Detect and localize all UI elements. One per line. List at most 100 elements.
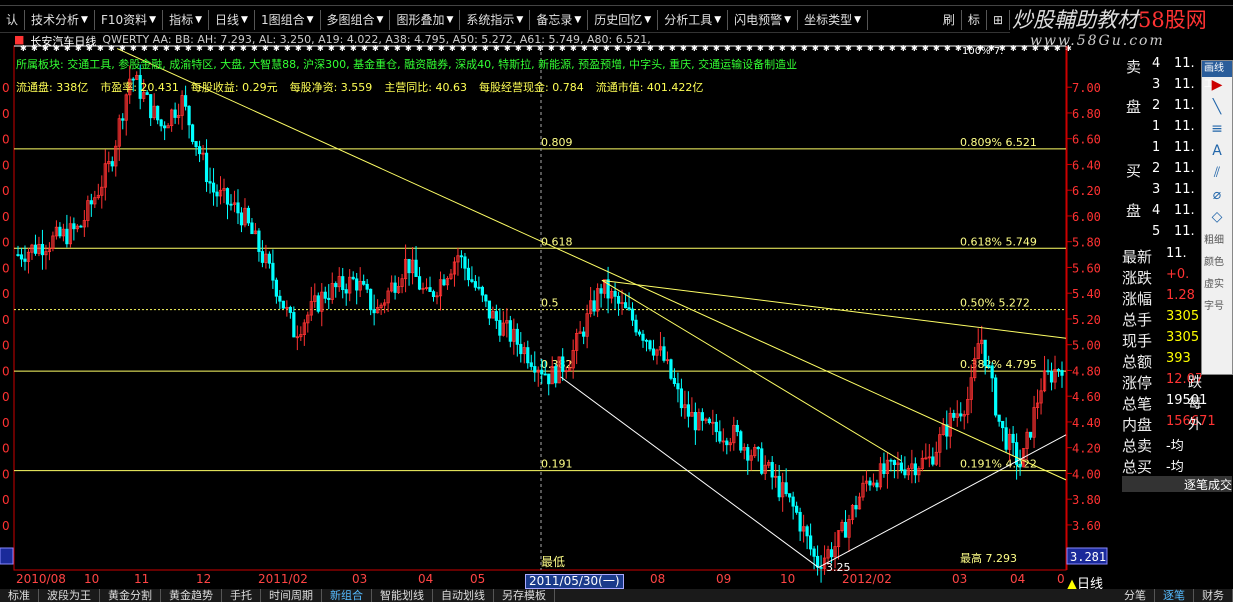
toolbox-option[interactable]: 颜色 (1202, 253, 1232, 275)
parallel-icon[interactable]: ≡ (1202, 121, 1232, 143)
date-tick-label: 09 (716, 572, 732, 586)
candle-body (351, 276, 355, 280)
price-tick-label: 3.80 (1072, 493, 1101, 507)
left-tick-stub: 0 (2, 261, 10, 275)
candle-body (795, 505, 799, 513)
date-tick-label: 2012/02 (842, 572, 892, 586)
bottom-tab-8[interactable]: 自动划线 (433, 589, 494, 602)
bottom-tab-9[interactable]: 另存模板 (494, 589, 555, 602)
top-marker: ✱ (900, 44, 907, 53)
top-marker: ✱ (1010, 44, 1017, 53)
sell-price: 11. (1174, 119, 1195, 134)
top-marker: ✱ (823, 44, 830, 53)
candle-body (515, 328, 519, 345)
candle-body (163, 125, 167, 129)
price-tick-label: 4.20 (1072, 442, 1101, 456)
toolbox-option[interactable]: 粗细 (1202, 231, 1232, 253)
date-tick-label: 10 (84, 572, 100, 586)
top-right-pct: 100% 7. (962, 46, 1003, 57)
candle-body (875, 482, 879, 488)
bottom-tab-4[interactable]: 手托 (222, 589, 261, 602)
bottom-tab-6[interactable]: 新组合 (322, 589, 372, 602)
quote-panel: 卖盘买盘 4 11. 3 11. 2 11. 1 11. 1 11. 2 11. 3 11. 4 11. 5 11.… (1122, 52, 1232, 598)
candle-body (718, 431, 722, 442)
price-tick-label: 6.20 (1072, 184, 1101, 198)
candle-body (630, 308, 635, 321)
candle-body (707, 418, 711, 423)
top-marker: ✱ (878, 44, 885, 53)
candle-body (519, 343, 523, 355)
candle-body (746, 447, 750, 461)
candle-body (79, 225, 83, 228)
bottom-right-tab-2[interactable]: 财务 (1194, 589, 1233, 602)
buy-price: 11. (1174, 161, 1195, 176)
price-tick-label: 6.00 (1072, 210, 1101, 224)
trendline-main (116, 48, 1067, 481)
top-marker: ✱ (779, 44, 786, 53)
candle-body (267, 253, 271, 264)
trade-detail-button[interactable]: 逐笔成交 (1122, 476, 1232, 492)
sell-label: 卖 (1126, 58, 1142, 76)
candle-body (1060, 370, 1064, 376)
bottom-tab-1[interactable]: 波段为王 (39, 589, 100, 602)
candle-body (613, 290, 617, 297)
close-chart-icon[interactable]: ■ (14, 33, 24, 49)
price-tick-label: 4.00 (1072, 467, 1101, 481)
date-tick-label: 04 (1010, 572, 1026, 586)
bottom-tab-0[interactable]: 标准 (0, 589, 39, 602)
top-marker: ✱ (933, 44, 940, 53)
date-tick-label: 2011/02 (258, 572, 308, 586)
candle-body (159, 119, 163, 127)
text-icon[interactable]: A (1202, 143, 1232, 165)
channel-icon[interactable]: ⫽ (1202, 165, 1232, 187)
bottom-tab-3[interactable]: 黄金趋势 (161, 589, 222, 602)
candle-body (809, 535, 813, 550)
quote-row-suffix: 跌 (1188, 375, 1202, 391)
line-icon[interactable]: ╲ (1202, 99, 1232, 121)
bottom-tab-5[interactable]: 时间周期 (261, 589, 322, 602)
bottom-tab-7[interactable]: 智能划线 (372, 589, 433, 602)
toolbox-option[interactable]: 字号 (1202, 297, 1232, 319)
candle-body (843, 521, 848, 538)
candle-body (735, 424, 739, 433)
candle-body (676, 383, 680, 390)
candle-body (1056, 369, 1061, 371)
candle-body (739, 431, 743, 451)
candle-body (494, 311, 498, 321)
candle-body (1001, 420, 1005, 429)
sell-price: 11. (1174, 98, 1195, 113)
bottom-right-tab-0[interactable]: 分笔 (1116, 589, 1155, 602)
candle-body (183, 95, 188, 107)
quote-row-label: 总笔 (1122, 395, 1153, 413)
left-tick-stub: 0 (2, 339, 10, 353)
top-marker: ✱ (1032, 44, 1039, 53)
candle-body (246, 207, 251, 224)
candle-body (623, 302, 628, 309)
top-marker: ✱ (658, 44, 665, 53)
date-tick-label: 03 (952, 572, 968, 586)
shape-icon[interactable]: ◇ (1202, 209, 1232, 231)
candle-body (648, 340, 652, 350)
fundamental-5: 每股经营现金: 0.784 (479, 81, 584, 94)
quote-row-value: -均 (1166, 439, 1184, 454)
sell-level: 1 (1152, 119, 1161, 134)
buy-level: 5 (1152, 224, 1161, 239)
candle-body (187, 105, 191, 126)
candle-body (770, 462, 774, 478)
candle-body (393, 282, 397, 293)
sell-level: 3 (1152, 77, 1161, 92)
bottom-tab-2[interactable]: 黄金分割 (100, 589, 161, 602)
candle-body (959, 413, 963, 417)
bottom-right-tab-1[interactable]: 逐笔 (1155, 589, 1194, 602)
toolbox-option[interactable]: 虚实 (1202, 275, 1232, 297)
candle-body (606, 279, 610, 299)
top-marker: ✱ (911, 44, 918, 53)
fib-ratio-label: 0.5 (541, 297, 559, 310)
candle-body (1018, 463, 1022, 468)
top-marker: ✱ (669, 44, 676, 53)
ellipse-icon[interactable]: ⌀ (1202, 187, 1232, 209)
buy-price: 11. (1174, 182, 1195, 197)
candle-body (791, 496, 795, 507)
sell-price: 11. (1174, 77, 1195, 92)
candle-body (543, 373, 547, 376)
